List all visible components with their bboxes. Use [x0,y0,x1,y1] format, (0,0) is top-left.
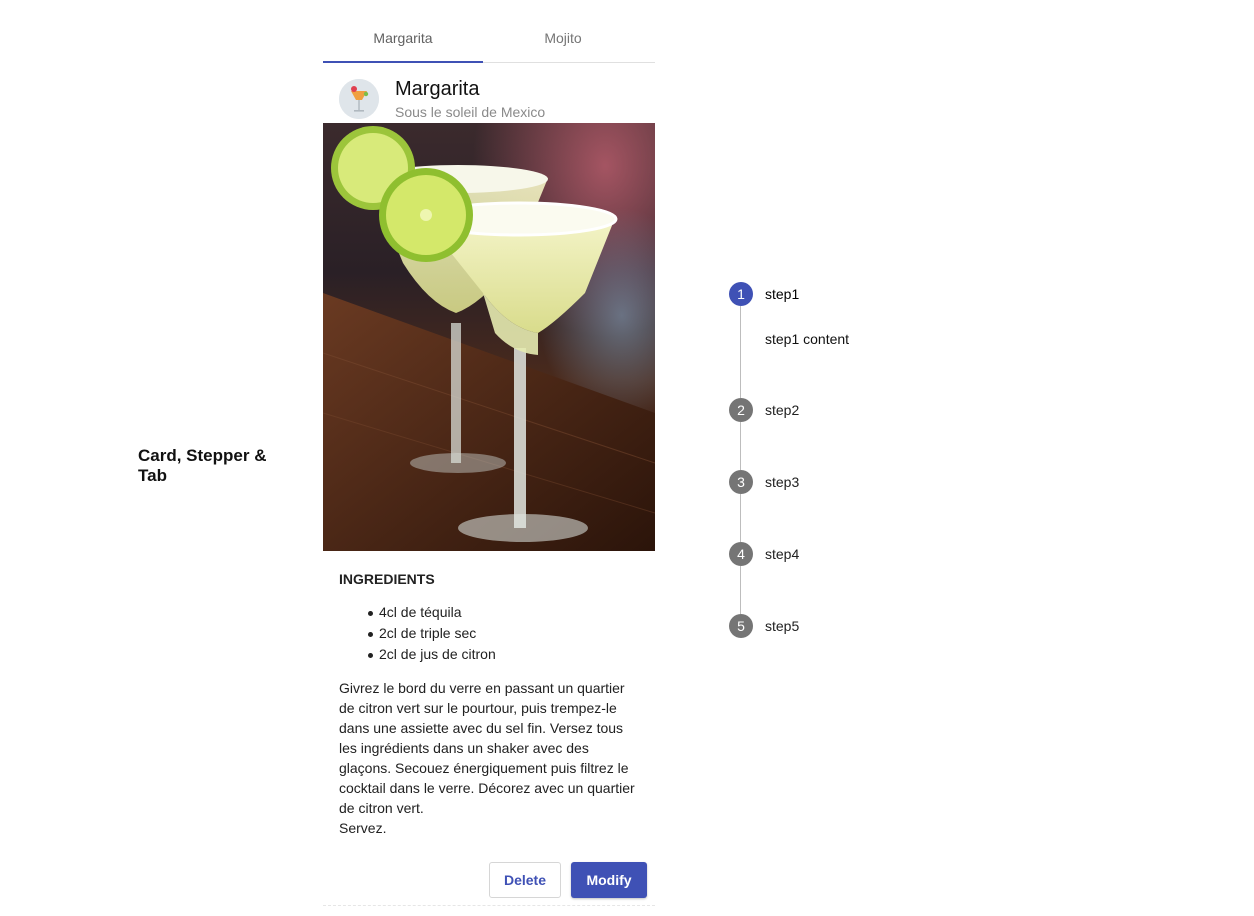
ingredient-item: 2cl de triple sec [368,623,639,644]
tab-mojito[interactable]: Mojito [483,14,643,62]
step-number: 5 [729,614,753,638]
card-actions: Delete Modify [489,862,647,898]
step-label: step3 [765,474,800,490]
margarita-photo [323,123,655,551]
tab-bar: Margarita Mojito [323,14,655,63]
ingredients-title: INGREDIENTS [339,571,435,587]
card-title: Margarita [395,78,480,100]
recipe-instructions: Givrez le bord du verre en passant un qu… [339,680,635,836]
recipe-card: Margarita Sous le soleil de Mexico INGRE… [323,64,655,906]
step-1[interactable]: 1 step1 [729,282,799,306]
step-connector [740,306,741,398]
step-label: step1 [765,286,800,302]
step-label: step5 [765,618,800,634]
cocktail-avatar-icon [339,79,379,119]
step-2[interactable]: 2 step2 [729,398,799,422]
modify-button[interactable]: Modify [571,862,647,898]
card-content: INGREDIENTS 4cl de téquila 2cl de triple… [323,551,655,838]
step-connector [740,566,741,614]
step-5[interactable]: 5 step5 [729,614,799,638]
ingredient-item: 2cl de jus de citron [368,644,639,665]
step-number: 4 [729,542,753,566]
step-connector [740,494,741,542]
step-label: step2 [765,402,800,418]
ingredient-item: 4cl de téquila [368,602,639,623]
vertical-stepper: 1 step1 step1 content 2 step2 3 step3 4 … [729,282,929,642]
step-number: 2 [729,398,753,422]
step-connector [740,422,741,470]
step-4[interactable]: 4 step4 [729,542,799,566]
section-title: Card, Stepper & Tab [138,446,267,485]
step-3[interactable]: 3 step3 [729,470,799,494]
step-number: 3 [729,470,753,494]
step-content: step1 content [765,331,850,347]
step-number: 1 [729,282,753,306]
ingredients-list: 4cl de téquila 2cl de triple sec 2cl de … [368,602,639,665]
card-header: Margarita Sous le soleil de Mexico [323,64,655,123]
step-label: step4 [765,546,800,562]
card-subtitle: Sous le soleil de Mexico [395,104,546,120]
delete-button[interactable]: Delete [489,862,561,898]
tab-margarita[interactable]: Margarita [323,14,483,63]
